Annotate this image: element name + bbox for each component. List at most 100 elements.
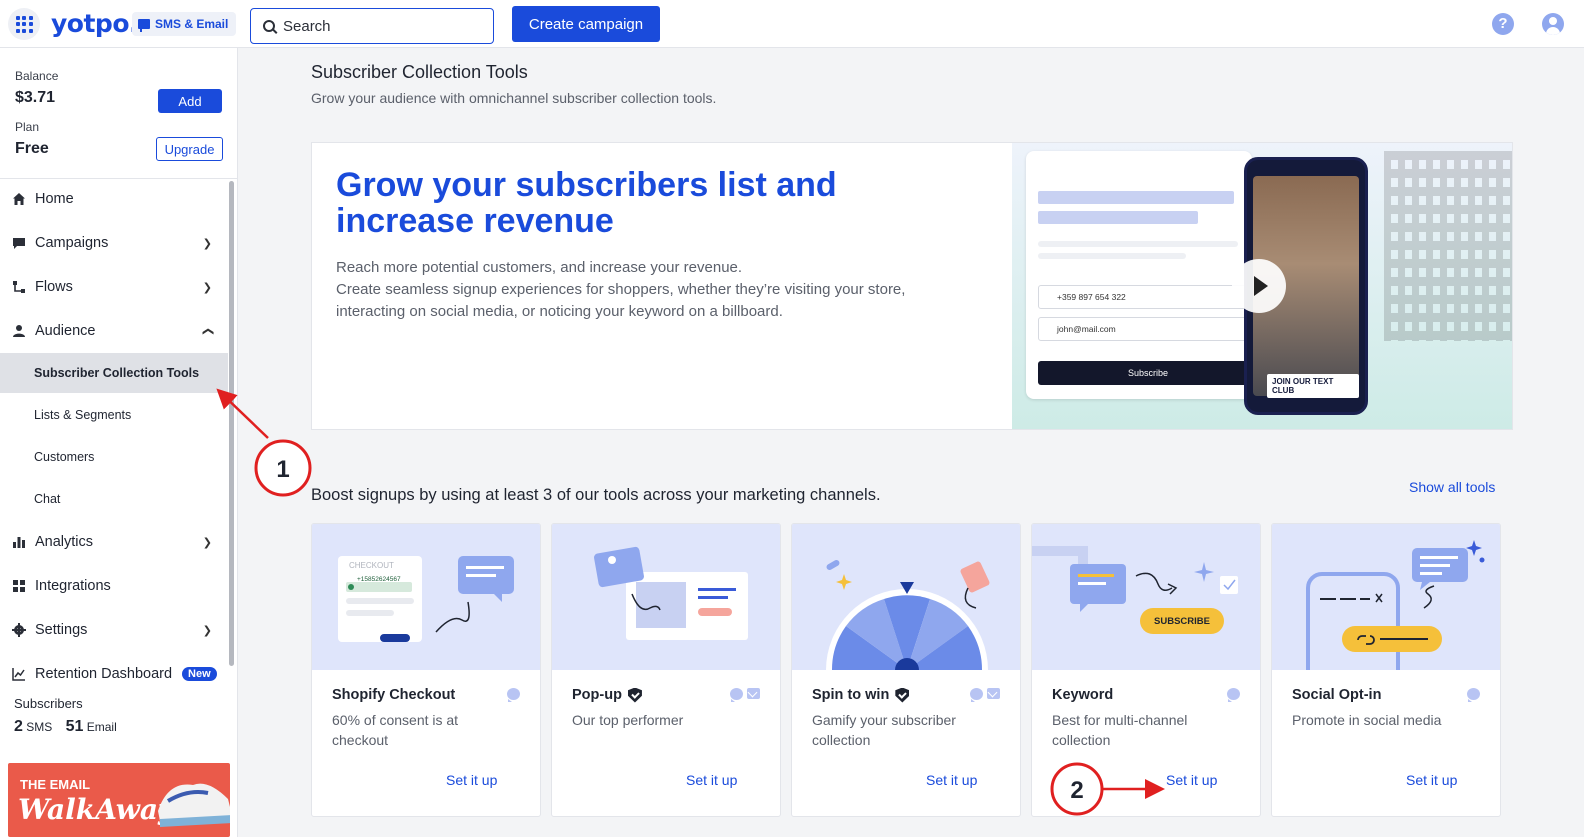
hero-title: Grow your subscribers list and increase … <box>336 166 837 240</box>
top-bar: yotpo. SMS & Email Create campaign ? <box>0 0 1584 48</box>
set-it-up-link[interactable]: Set it up <box>1406 772 1457 788</box>
tool-card-spin-to-win[interactable]: Spin to win Gamify your subscriber colle… <box>791 523 1021 817</box>
phone-field-preview: +359 897 654 322 <box>1038 285 1252 309</box>
help-icon[interactable]: ? <box>1492 13 1514 35</box>
verified-badge-icon <box>895 687 910 703</box>
sidebar-item-flows[interactable]: Flows ❯ <box>0 267 228 307</box>
tool-name-text: Keyword <box>1052 687 1114 703</box>
tool-card-social-opt-in[interactable]: Social Opt-in Promote in social media Se… <box>1271 523 1501 817</box>
app-grid-icon[interactable] <box>8 8 40 40</box>
tool-description: Gamify your subscriber collection <box>812 712 956 748</box>
hero-desc-line: Reach more potential customers, and incr… <box>336 259 743 276</box>
sidebar-item-label: Campaigns <box>35 235 109 251</box>
tool-name: Pop-up <box>572 687 642 703</box>
promo-title: THE EMAIL <box>20 777 91 792</box>
page-title: Subscriber Collection Tools <box>311 62 528 82</box>
home-icon <box>13 193 25 205</box>
sidebar-item-label: Integrations <box>35 578 111 594</box>
tools-section-heading: Boost signups by using at least 3 of our… <box>311 486 881 504</box>
placeholder-bar <box>1038 191 1234 204</box>
sms-channel-icon <box>1467 688 1480 702</box>
popup-illustration <box>552 524 780 670</box>
flag-icon <box>138 19 150 32</box>
chevron-up-icon: ❯ <box>201 326 214 336</box>
sidebar-item-campaigns[interactable]: Campaigns ❯ <box>0 223 228 263</box>
sidebar-subitem-lists-segments[interactable]: Lists & Segments <box>0 395 228 435</box>
user-avatar-icon[interactable] <box>1542 13 1564 35</box>
balance-label: Balance <box>15 69 59 83</box>
tool-card-pop-up[interactable]: Pop-up Our top performer Set it up <box>551 523 781 817</box>
bar-chart-icon <box>13 537 25 548</box>
promo-banner[interactable]: THE EMAIL WalkAway <box>8 763 230 837</box>
email-channel-icon <box>987 688 1000 699</box>
tool-description: Promote in social media <box>1292 712 1442 728</box>
sidebar-item-integrations[interactable]: Integrations <box>0 566 228 606</box>
plan-value: Free <box>15 140 49 157</box>
channel-icons <box>507 688 520 702</box>
set-it-up-link[interactable]: Set it up <box>446 772 497 788</box>
set-it-up-link[interactable]: Set it up <box>926 772 977 788</box>
channel-icons <box>1467 688 1480 702</box>
phone-preview-value: +359 897 654 322 <box>1057 292 1126 302</box>
show-all-tools-link[interactable]: Show all tools <box>1409 479 1495 495</box>
product-switcher[interactable]: SMS & Email <box>132 12 237 36</box>
tool-card-keyword[interactable]: SUBSCRIBE Keyword Best for multi-channel… <box>1031 523 1261 817</box>
sidebar-item-label: Flows <box>35 279 73 295</box>
tool-name-text: Shopify Checkout <box>332 687 456 703</box>
sidebar-subitem-subscriber-collection-tools[interactable]: Subscriber Collection Tools <box>0 353 228 393</box>
add-balance-button[interactable]: Add <box>158 89 222 113</box>
verified-badge-icon <box>627 687 642 703</box>
email-channel-icon <box>747 688 760 699</box>
set-it-up-link[interactable]: Set it up <box>686 772 737 788</box>
sidebar-item-analytics[interactable]: Analytics ❯ <box>0 522 228 562</box>
play-video-icon[interactable] <box>1232 259 1286 313</box>
channel-icons <box>730 688 760 702</box>
sidebar-scrollbar[interactable] <box>229 181 234 666</box>
sms-channel-icon <box>507 688 520 702</box>
create-campaign-button[interactable]: Create campaign <box>512 6 660 42</box>
tool-name-text: Social Opt-in <box>1292 687 1382 703</box>
search-input[interactable] <box>283 17 473 35</box>
placeholder-bar <box>1038 211 1198 224</box>
sidebar-item-settings[interactable]: Settings ❯ <box>0 610 228 650</box>
search-icon <box>263 20 275 32</box>
tool-name-text: Pop-up <box>572 687 622 703</box>
text-club-label: JOIN OUR TEXT CLUB <box>1267 374 1359 398</box>
email-label: Email <box>86 720 117 734</box>
sidebar-item-audience[interactable]: Audience ❯ <box>0 311 228 351</box>
sneaker-icon <box>158 783 230 827</box>
sidebar-subitem-chat[interactable]: Chat <box>0 479 228 519</box>
hero-illustration: +359 897 654 322 john@mail.com Subscribe… <box>1012 143 1512 429</box>
qr-code-icon <box>1384 151 1512 341</box>
annotation-step-1: 1 <box>276 456 289 483</box>
sidebar-item-home[interactable]: Home <box>0 179 228 219</box>
signup-form-preview: +359 897 654 322 john@mail.com Subscribe <box>1026 151 1258 399</box>
upgrade-button[interactable]: Upgrade <box>156 137 223 161</box>
email-preview-value: john@mail.com <box>1057 324 1116 334</box>
annotation-circle-1 <box>254 439 312 497</box>
chevron-right-icon: ❯ <box>202 237 212 250</box>
subscribers-counts: 2 SMS 51 Email <box>14 718 117 736</box>
channel-icons <box>970 688 1000 702</box>
tool-description: Our top performer <box>572 712 684 728</box>
sidebar-item-retention-dashboard[interactable]: Retention Dashboard New <box>0 654 228 694</box>
sidebar-subitem-customers[interactable]: Customers <box>0 437 228 477</box>
hero-banner: Grow your subscribers list and increase … <box>311 142 1513 430</box>
product-label: SMS & Email <box>155 17 229 31</box>
sms-count: 2 <box>14 718 23 735</box>
tool-name: Shopify Checkout <box>332 687 455 703</box>
new-badge: New <box>182 667 217 681</box>
yotpo-logo[interactable]: yotpo. <box>51 9 139 38</box>
checkout-illustration: CHECKOUT +15852624567 <box>312 524 540 670</box>
sidebar-item-label: Audience <box>35 323 96 339</box>
trend-icon <box>12 668 25 681</box>
sms-channel-icon <box>970 688 983 702</box>
search-box[interactable] <box>250 8 494 44</box>
balance-value: $3.71 <box>15 89 56 106</box>
checkout-label: CHECKOUT <box>349 561 394 570</box>
tool-card-shopify-checkout[interactable]: CHECKOUT +15852624567 Shopify Checkout 6… <box>311 523 541 817</box>
flows-icon <box>13 281 25 293</box>
campaign-icon <box>13 238 25 249</box>
set-it-up-link[interactable]: Set it up <box>1166 772 1217 788</box>
keyword-illustration: SUBSCRIBE <box>1032 524 1260 670</box>
